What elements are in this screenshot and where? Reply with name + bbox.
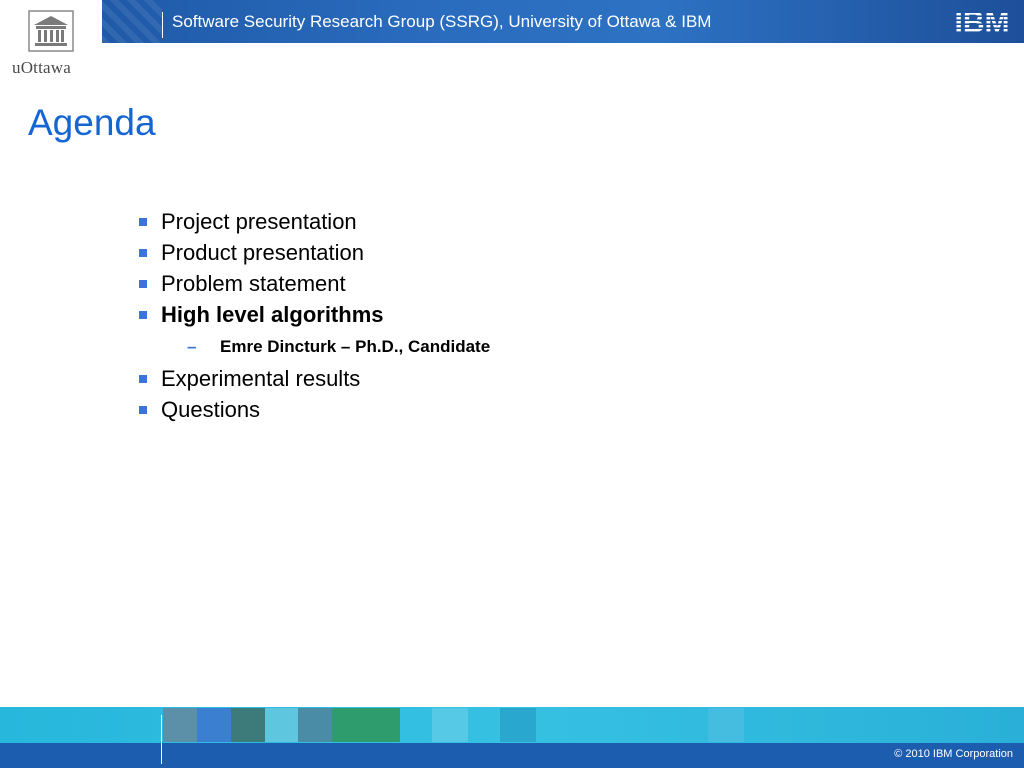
agenda-item-label: Questions <box>161 397 261 422</box>
footer-tile <box>432 708 468 742</box>
agenda-item-label: Project presentation <box>161 209 357 234</box>
agenda-item-product-presentation: Product presentation <box>137 237 490 268</box>
dash-bullet-icon: – <box>187 337 197 356</box>
header-pattern <box>102 0 162 43</box>
square-bullet-icon <box>139 311 147 319</box>
footer-tile <box>332 708 400 742</box>
ibm-logo-text: IBM <box>955 6 1010 37</box>
footer-tile <box>708 708 744 742</box>
footer-tile <box>298 708 332 742</box>
agenda-item-experimental-results: Experimental results <box>137 363 490 394</box>
footer-tile <box>265 708 298 742</box>
ibm-logo: IBM <box>955 6 1010 37</box>
square-bullet-icon <box>139 280 147 288</box>
agenda-list: Project presentation Product presentatio… <box>137 206 490 425</box>
footer-tile <box>163 708 197 742</box>
copyright-text: © 2010 IBM Corporation <box>894 748 1013 760</box>
agenda-item-high-level-algorithms: High level algorithms <box>137 299 490 330</box>
agenda-item-questions: Questions <box>137 394 490 425</box>
header-banner: Software Security Research Group (SSRG),… <box>102 0 1024 43</box>
agenda-item-problem-statement: Problem statement <box>137 268 490 299</box>
footer-divider <box>161 715 162 764</box>
footer-tile <box>500 708 536 742</box>
footer-bar <box>0 743 1024 768</box>
square-bullet-icon <box>139 406 147 414</box>
agenda-subitem-label: Emre Dincturk – Ph.D., Candidate <box>220 337 491 356</box>
uottawa-logo-text: uOttawa <box>12 58 71 77</box>
agenda-item-label: Experimental results <box>161 366 361 391</box>
footer-tile <box>231 708 265 742</box>
university-building-icon <box>28 10 74 52</box>
slide-title: Agenda <box>28 102 156 143</box>
square-bullet-icon <box>139 249 147 257</box>
agenda-item-label: Problem statement <box>161 271 346 296</box>
agenda-subitem-presenter: – Emre Dincturk – Ph.D., Candidate <box>137 330 490 363</box>
header-divider <box>162 12 163 38</box>
square-bullet-icon <box>139 375 147 383</box>
agenda-item-label: High level algorithms <box>161 302 384 327</box>
footer-image-strip <box>0 707 1024 743</box>
square-bullet-icon <box>139 218 147 226</box>
agenda-item-label: Product presentation <box>161 240 365 265</box>
footer-tile <box>197 708 231 742</box>
footer: © 2010 IBM Corporation <box>0 707 1024 768</box>
header-title: Software Security Research Group (SSRG),… <box>172 12 712 31</box>
agenda-item-project-presentation: Project presentation <box>137 206 490 237</box>
uottawa-logo: uOttawa <box>0 0 102 86</box>
